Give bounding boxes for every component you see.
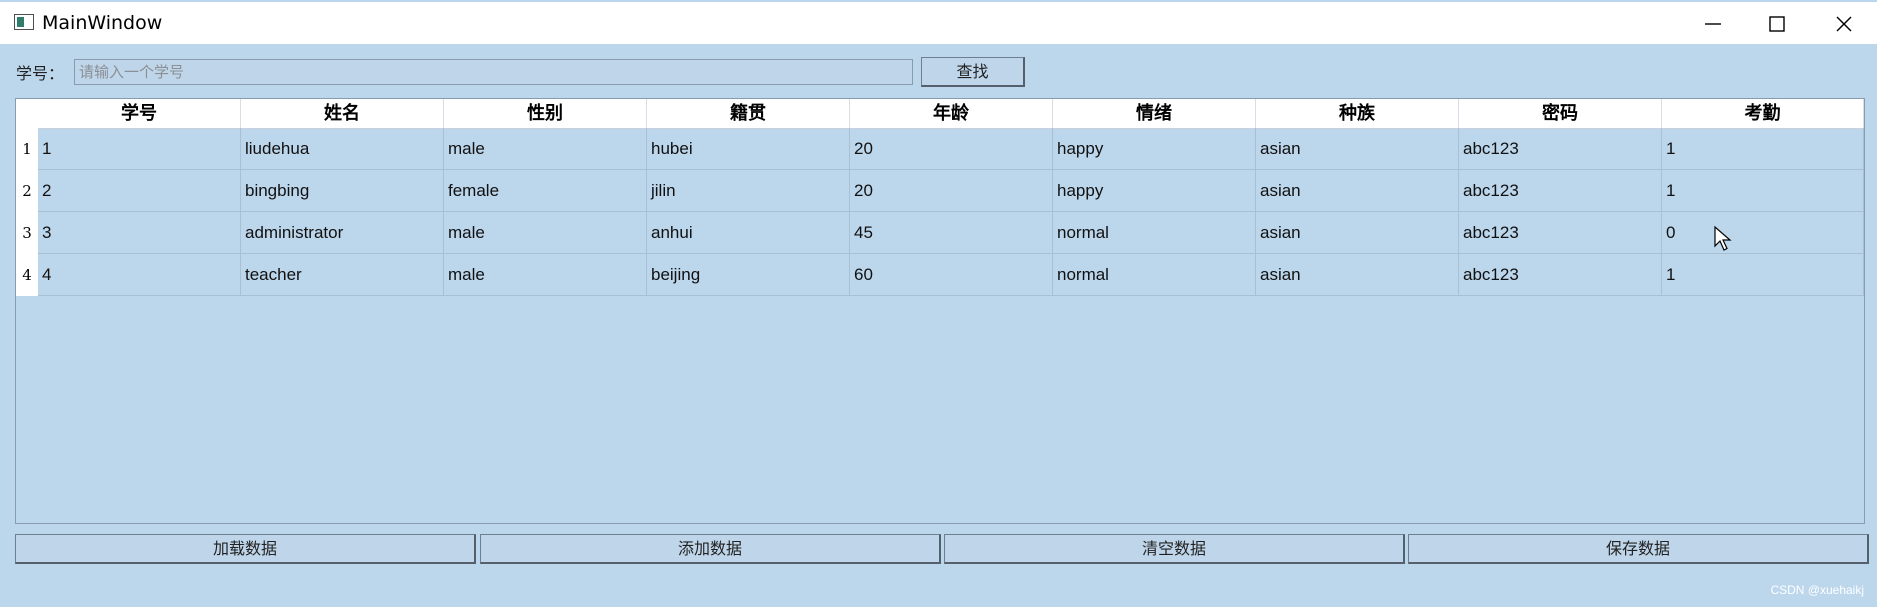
client-area: 学号： 查找 学号 姓名 性别 籍贯 年龄 情绪 种族 密码 考勤 1 1 li…	[0, 44, 1877, 607]
column-header[interactable]: 考勤	[1662, 99, 1864, 128]
window-title: MainWindow	[42, 12, 163, 34]
table-cell[interactable]: 20	[850, 170, 1053, 211]
mouse-cursor-icon	[1714, 226, 1732, 251]
table-cell[interactable]: 2	[38, 170, 241, 211]
table-cell[interactable]: asian	[1256, 254, 1459, 295]
student-table[interactable]: 学号 姓名 性别 籍贯 年龄 情绪 种族 密码 考勤 1 1 liudehua …	[15, 98, 1865, 524]
table-row[interactable]: 2 2 bingbing female jilin 20 happy asian…	[16, 170, 1864, 212]
table-cell[interactable]: asian	[1256, 170, 1459, 211]
column-header[interactable]: 密码	[1459, 99, 1662, 128]
table-cell[interactable]: 3	[38, 212, 241, 253]
table-row[interactable]: 4 4 teacher male beijing 60 normal asian…	[16, 254, 1864, 296]
clear-data-button[interactable]: 清空数据	[944, 534, 1405, 564]
row-number[interactable]: 3	[16, 212, 38, 254]
table-cell[interactable]: female	[444, 170, 647, 211]
table-cell[interactable]: 0	[1662, 212, 1864, 253]
column-header[interactable]: 姓名	[241, 99, 444, 128]
maximize-button[interactable]	[1745, 2, 1809, 44]
load-data-button[interactable]: 加载数据	[15, 534, 476, 564]
table-cell[interactable]: normal	[1053, 212, 1256, 253]
table-cell[interactable]: 20	[850, 128, 1053, 169]
table-cell[interactable]: liudehua	[241, 128, 444, 169]
column-header[interactable]: 籍贯	[647, 99, 850, 128]
save-data-button[interactable]: 保存数据	[1408, 534, 1869, 564]
table-cell[interactable]: abc123	[1459, 128, 1662, 169]
row-number[interactable]: 1	[16, 128, 38, 170]
table-cell[interactable]: teacher	[241, 254, 444, 295]
table-cell[interactable]: 1	[38, 128, 241, 169]
table-cell[interactable]: asian	[1256, 128, 1459, 169]
table-row[interactable]: 1 1 liudehua male hubei 20 happy asian a…	[16, 128, 1864, 170]
column-header[interactable]: 性别	[444, 99, 647, 128]
table-cell[interactable]: 45	[850, 212, 1053, 253]
table-cell[interactable]: happy	[1053, 170, 1256, 211]
table-cell[interactable]: anhui	[647, 212, 850, 253]
table-cell[interactable]: normal	[1053, 254, 1256, 295]
table-cell[interactable]: male	[444, 212, 647, 253]
table-cell[interactable]: 1	[1662, 170, 1864, 211]
table-cell[interactable]: 4	[38, 254, 241, 295]
watermark: CSDN @xuehaikj	[1770, 583, 1864, 597]
column-header[interactable]: 情绪	[1053, 99, 1256, 128]
table-row[interactable]: 3 3 administrator male anhui 45 normal a…	[16, 212, 1864, 254]
row-number[interactable]: 2	[16, 170, 38, 212]
search-button[interactable]: 查找	[921, 57, 1025, 87]
student-id-label: 学号：	[16, 64, 65, 83]
minimize-button[interactable]	[1681, 2, 1745, 44]
close-button[interactable]	[1812, 2, 1876, 44]
title-bar[interactable]: MainWindow	[0, 0, 1877, 44]
table-cell[interactable]: bingbing	[241, 170, 444, 211]
search-input[interactable]	[74, 59, 913, 85]
add-data-button[interactable]: 添加数据	[480, 534, 941, 564]
table-cell[interactable]: administrator	[241, 212, 444, 253]
table-corner[interactable]	[16, 99, 38, 128]
column-header[interactable]: 种族	[1256, 99, 1459, 128]
app-icon	[14, 14, 34, 30]
table-cell[interactable]: 60	[850, 254, 1053, 295]
table-cell[interactable]: hubei	[647, 128, 850, 169]
table-cell[interactable]: male	[444, 128, 647, 169]
column-header[interactable]: 学号	[38, 99, 241, 128]
maximize-icon	[1769, 16, 1785, 32]
table-cell[interactable]: abc123	[1459, 254, 1662, 295]
table-header: 学号 姓名 性别 籍贯 年龄 情绪 种族 密码 考勤	[16, 99, 1864, 129]
table-cell[interactable]: 1	[1662, 254, 1864, 295]
minimize-icon	[1705, 23, 1721, 25]
table-cell[interactable]: abc123	[1459, 170, 1662, 211]
table-cell[interactable]: jilin	[647, 170, 850, 211]
table-cell[interactable]: 1	[1662, 128, 1864, 169]
column-header[interactable]: 年龄	[850, 99, 1053, 128]
table-cell[interactable]: happy	[1053, 128, 1256, 169]
close-icon	[1836, 16, 1852, 32]
table-cell[interactable]: male	[444, 254, 647, 295]
table-cell[interactable]: asian	[1256, 212, 1459, 253]
row-number[interactable]: 4	[16, 254, 38, 296]
table-cell[interactable]: abc123	[1459, 212, 1662, 253]
table-cell[interactable]: beijing	[647, 254, 850, 295]
